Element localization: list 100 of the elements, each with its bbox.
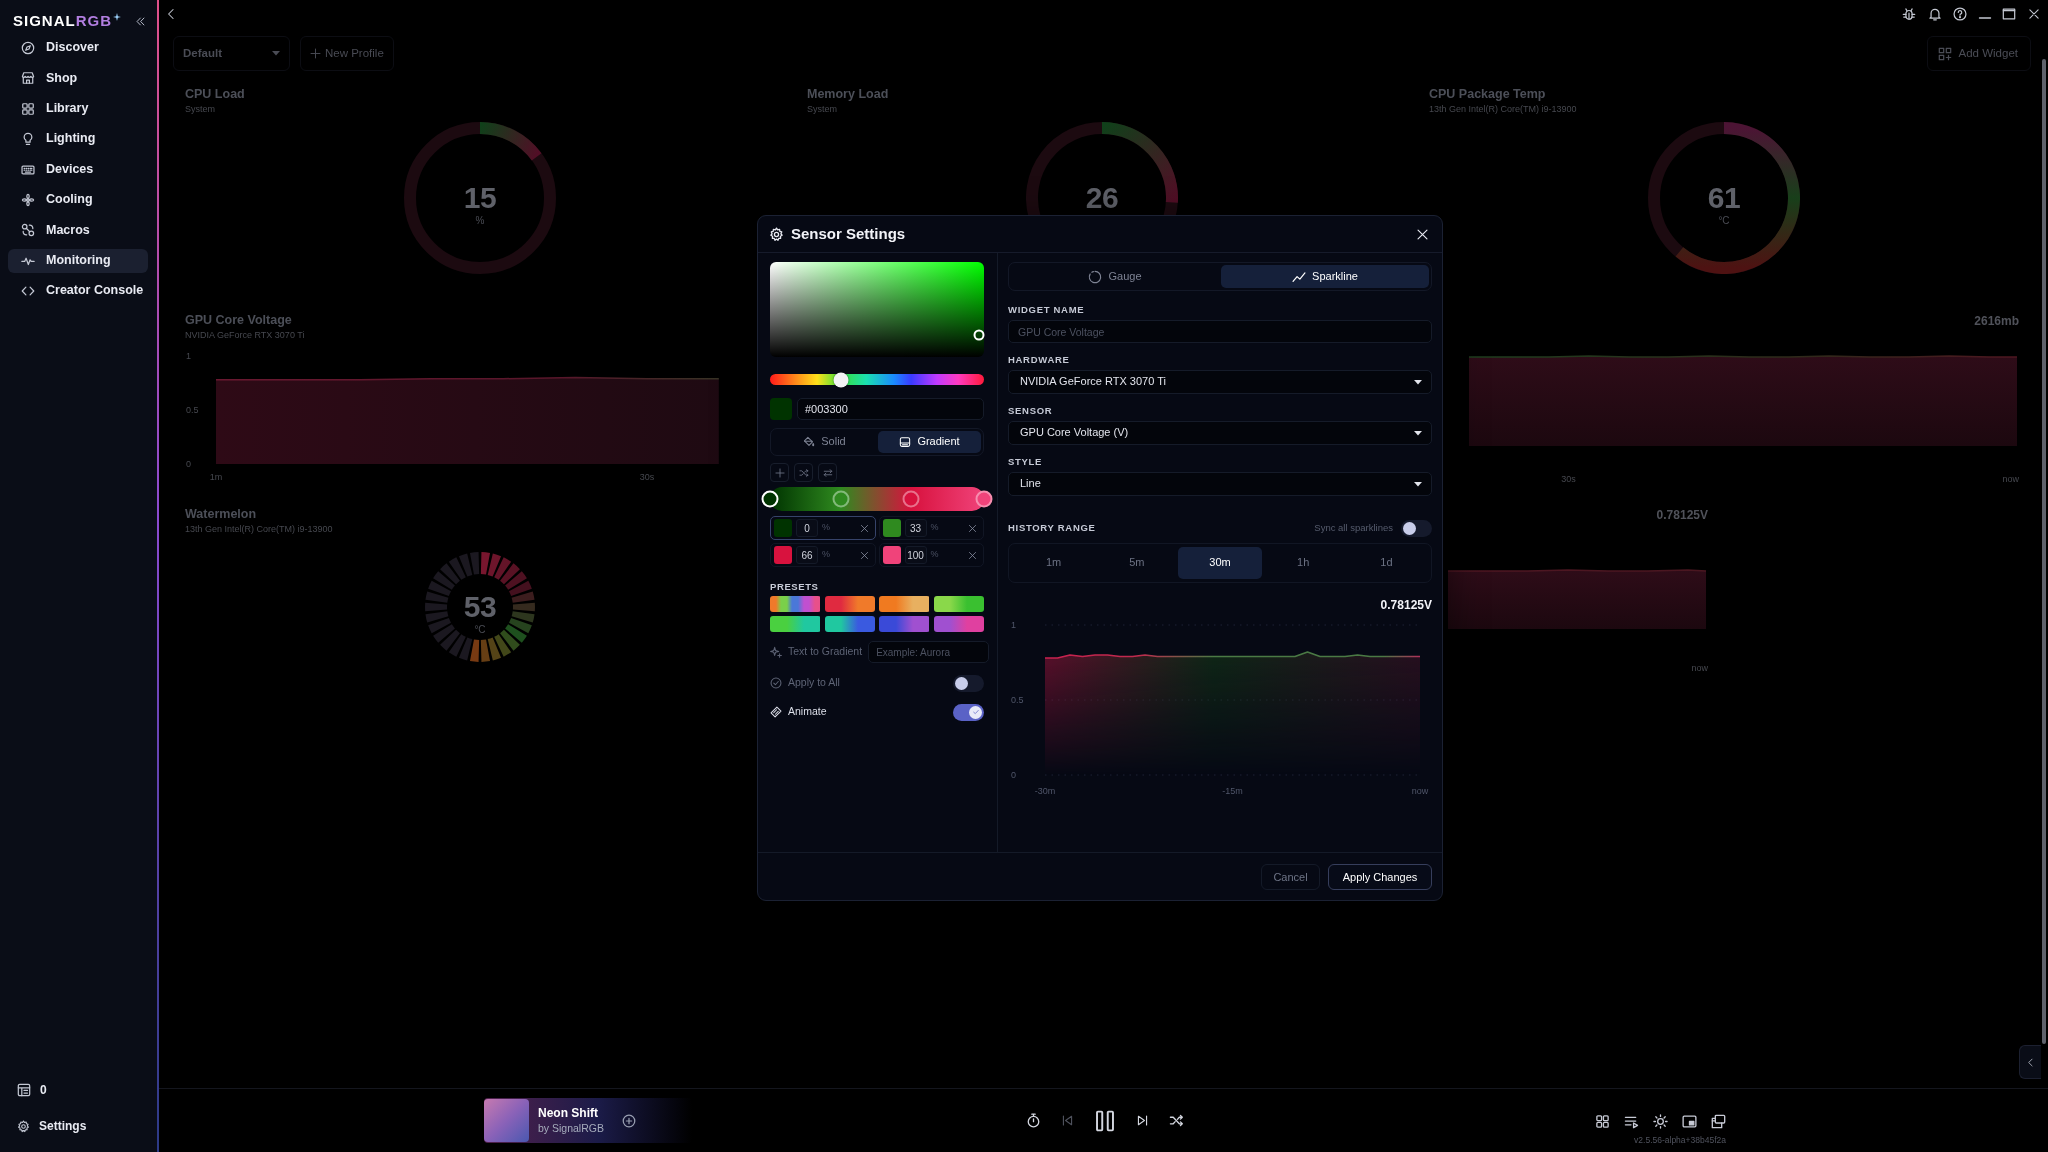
gauge-value: 53 bbox=[463, 592, 497, 622]
widget-subtitle: NVIDIA GeForce RTX 3070 Ti bbox=[185, 329, 305, 341]
plus-circle-icon[interactable] bbox=[621, 1113, 636, 1128]
preset-swatch[interactable] bbox=[879, 616, 930, 632]
text-field[interactable]: GPU Core Voltage bbox=[1008, 320, 1432, 343]
gauge-unit: °C bbox=[1718, 215, 1730, 227]
sidebar-item[interactable]: Monitoring bbox=[8, 248, 148, 273]
remove-icon[interactable] bbox=[968, 550, 977, 560]
ring-icon bbox=[1088, 269, 1103, 284]
track-artist: by SignalRGB bbox=[538, 1121, 604, 1135]
scrollbar[interactable] bbox=[2042, 59, 2046, 1044]
playlist-icon[interactable] bbox=[1624, 1114, 1639, 1129]
picker-handle[interactable] bbox=[973, 329, 984, 341]
close-icon[interactable] bbox=[2028, 8, 2040, 20]
range-tab[interactable]: 1d bbox=[1344, 547, 1428, 579]
gradient-stop[interactable]: 66 % bbox=[770, 543, 876, 567]
widget-title: CPU Load bbox=[185, 87, 245, 102]
gradient-bar[interactable] bbox=[761, 487, 993, 511]
section-label: PRESETS bbox=[770, 581, 820, 593]
lightbulb-icon bbox=[21, 132, 35, 147]
shuffle-icon[interactable] bbox=[1169, 1113, 1184, 1128]
mode-tab[interactable]: Solid bbox=[773, 431, 876, 453]
saturation-picker[interactable] bbox=[770, 262, 984, 357]
shuffle-icon bbox=[798, 467, 809, 478]
field-label: STYLE bbox=[1008, 456, 1044, 468]
sidebar-item[interactable]: Macros bbox=[8, 218, 148, 243]
remove-icon[interactable] bbox=[968, 523, 977, 533]
dropdown[interactable]: Line bbox=[1008, 472, 1432, 496]
sidebar-item[interactable]: Creator Console bbox=[8, 279, 148, 304]
range-tab[interactable]: 1h bbox=[1261, 547, 1345, 579]
sidebar-item[interactable]: Cooling bbox=[8, 187, 148, 212]
dropdown[interactable]: NVIDIA GeForce RTX 3070 Ti bbox=[1008, 370, 1432, 394]
position-field[interactable]: 66 bbox=[796, 546, 818, 564]
widget-type-tab[interactable]: Gauge bbox=[1011, 265, 1219, 288]
preset-swatch[interactable] bbox=[933, 596, 984, 612]
widget-subtitle: System bbox=[185, 103, 215, 115]
sun-icon[interactable] bbox=[1653, 1114, 1668, 1129]
storefront-icon bbox=[21, 71, 35, 86]
plus-icon bbox=[774, 467, 785, 478]
axis-label: now bbox=[2002, 474, 2019, 484]
remove-icon[interactable] bbox=[859, 550, 869, 560]
gradient-stop[interactable]: 100 % bbox=[878, 543, 984, 567]
bell-icon[interactable] bbox=[1927, 7, 1942, 21]
sidebar-item[interactable]: Devices bbox=[8, 157, 148, 182]
toggle-switch[interactable] bbox=[953, 674, 984, 692]
windows-icon[interactable] bbox=[1711, 1114, 1726, 1129]
remove-icon[interactable] bbox=[859, 523, 869, 533]
dropdown[interactable]: GPU Core Voltage (V) bbox=[1008, 421, 1432, 445]
gradient-stop[interactable]: 33 % bbox=[878, 516, 984, 540]
cancel-button[interactable]: Cancel bbox=[1261, 863, 1320, 890]
axis-label: 1m bbox=[209, 472, 223, 482]
collapse-icon[interactable] bbox=[135, 15, 146, 27]
text-to-gradient-label: Text to Gradient bbox=[788, 645, 863, 659]
toggle-switch[interactable] bbox=[1401, 519, 1432, 537]
pause-icon[interactable] bbox=[1094, 1109, 1116, 1132]
picture-in-picture-icon[interactable] bbox=[1682, 1114, 1697, 1129]
album-art bbox=[484, 1099, 529, 1142]
preset-swatch[interactable] bbox=[824, 596, 875, 612]
preset-swatch[interactable] bbox=[824, 616, 875, 632]
version-label: v2.5.56-alpha+38b45f2a bbox=[1634, 1135, 1726, 1145]
grid-icon[interactable] bbox=[1595, 1114, 1610, 1129]
percent-label: % bbox=[822, 549, 830, 561]
position-field[interactable]: 33 bbox=[904, 519, 927, 537]
position-field[interactable]: 100 bbox=[904, 546, 927, 564]
dialog-title: Sensor Settings bbox=[791, 224, 906, 244]
back-icon[interactable] bbox=[165, 8, 177, 20]
sidebar-item[interactable]: Lighting bbox=[8, 127, 148, 152]
minimize-icon[interactable] bbox=[1978, 17, 1991, 19]
range-tab[interactable]: 1m bbox=[1012, 547, 1096, 579]
sidebar-item[interactable]: Library bbox=[8, 96, 148, 121]
hex-field[interactable]: #003300 bbox=[797, 398, 984, 420]
mode-tab[interactable]: Gradient bbox=[878, 431, 981, 453]
sidebar-item[interactable]: Shop bbox=[8, 66, 148, 91]
apply-button[interactable]: Apply Changes bbox=[1328, 863, 1432, 890]
preset-swatch[interactable] bbox=[879, 596, 930, 612]
range-tab[interactable]: 5m bbox=[1095, 547, 1179, 579]
widget-type-tab[interactable]: Sparkline bbox=[1221, 265, 1429, 288]
sidebar-item[interactable]: Discover bbox=[8, 36, 148, 60]
settings-link[interactable]: Settings bbox=[17, 1116, 87, 1136]
stopwatch-icon[interactable] bbox=[1026, 1113, 1041, 1128]
preset-swatch[interactable] bbox=[770, 596, 821, 612]
counter-button[interactable]: 0 bbox=[17, 1080, 47, 1100]
gradient-stop[interactable]: 0 % bbox=[770, 516, 876, 540]
preset-swatch[interactable] bbox=[933, 616, 984, 632]
bug-icon[interactable] bbox=[1902, 7, 1917, 21]
card-icon bbox=[899, 436, 912, 448]
hue-slider[interactable] bbox=[770, 374, 984, 385]
skip-forward-icon[interactable] bbox=[1136, 1114, 1149, 1127]
toggle-switch[interactable] bbox=[953, 703, 984, 721]
color-blend bbox=[841, 596, 859, 612]
sync-label: Sync all sparklines bbox=[1314, 522, 1393, 534]
sensor-value: 0.78125V bbox=[1656, 507, 1708, 523]
compass-icon bbox=[21, 41, 35, 55]
prompt-field[interactable]: Example: Aurora bbox=[868, 641, 990, 663]
range-tab[interactable]: 30m bbox=[1178, 547, 1262, 579]
maximize-icon[interactable] bbox=[2002, 7, 2017, 21]
help-icon[interactable] bbox=[1953, 7, 1968, 21]
preset-swatch[interactable] bbox=[770, 616, 821, 632]
position-field[interactable]: 0 bbox=[796, 519, 818, 537]
slider-thumb[interactable] bbox=[833, 372, 849, 387]
